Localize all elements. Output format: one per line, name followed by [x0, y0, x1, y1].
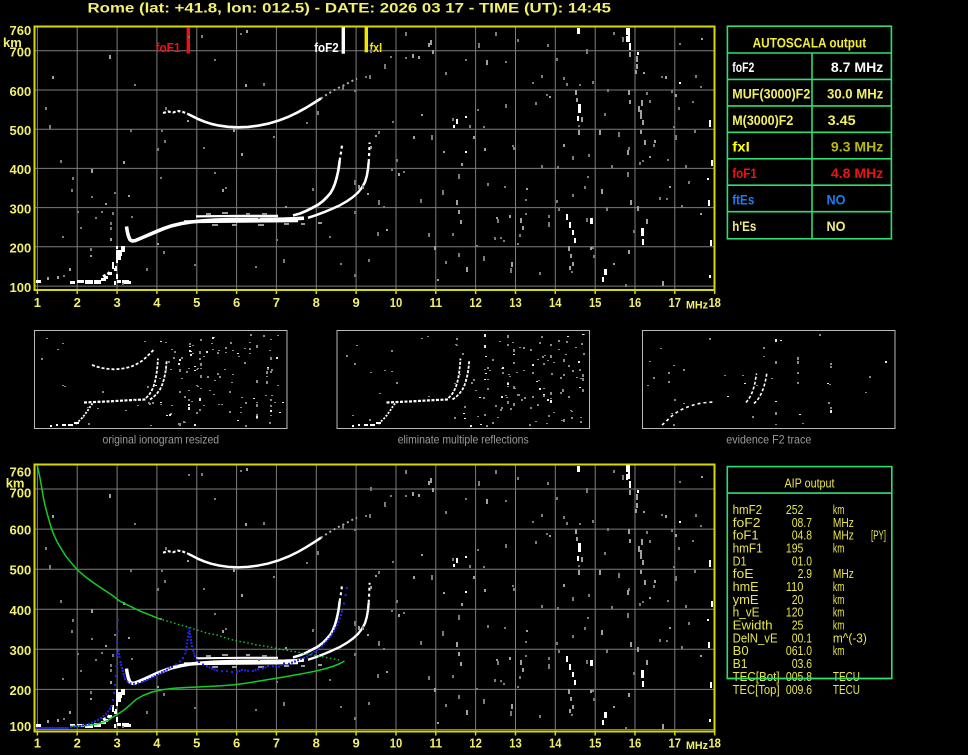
svg-text:13: 13 — [509, 736, 522, 751]
svg-text:km: km — [833, 643, 845, 658]
svg-text:1: 1 — [34, 736, 41, 751]
svg-text:.6: .6 — [803, 682, 812, 697]
svg-text:12: 12 — [469, 295, 482, 310]
svg-text:AUTOSCALA output: AUTOSCALA output — [753, 35, 867, 50]
svg-text:5: 5 — [193, 295, 200, 310]
svg-text:009: 009 — [786, 682, 804, 697]
svg-text:10: 10 — [390, 295, 403, 310]
svg-text:100: 100 — [9, 280, 31, 295]
svg-text:500: 500 — [9, 563, 31, 578]
svg-text:4: 4 — [153, 295, 161, 310]
svg-text:km: km — [833, 540, 845, 555]
svg-text:10: 10 — [390, 736, 403, 751]
svg-text:eliminate multiple reflections: eliminate multiple reflections — [398, 433, 529, 447]
svg-text:h'Es: h'Es — [732, 219, 756, 234]
svg-text:NO: NO — [827, 219, 846, 234]
svg-text:[PY]: [PY] — [871, 528, 886, 543]
svg-text:14: 14 — [549, 736, 562, 751]
svg-text:NO: NO — [827, 192, 846, 207]
svg-text:7: 7 — [273, 736, 280, 751]
svg-text:ftEs: ftEs — [732, 192, 754, 207]
svg-text:1: 1 — [34, 295, 41, 310]
svg-text:.8: .8 — [803, 528, 812, 543]
svg-text:12: 12 — [469, 736, 482, 751]
svg-text:TEC[Top]: TEC[Top] — [733, 682, 780, 697]
svg-text:16: 16 — [629, 295, 642, 310]
svg-text:9.3 MHz: 9.3 MHz — [827, 140, 884, 155]
svg-text:300: 300 — [9, 201, 31, 216]
svg-text:foF2: foF2 — [314, 40, 339, 55]
svg-text:700: 700 — [9, 45, 31, 60]
svg-text:MHz: MHz — [686, 740, 708, 752]
svg-text:fxI: fxI — [732, 140, 750, 155]
svg-text:200: 200 — [9, 241, 31, 256]
svg-text:300: 300 — [9, 643, 31, 658]
svg-text:9: 9 — [352, 295, 359, 310]
svg-text:3: 3 — [113, 295, 120, 310]
svg-text:400: 400 — [9, 162, 31, 177]
svg-text:30.0 MHz: 30.0 MHz — [827, 87, 884, 102]
svg-text:AIP output: AIP output — [785, 476, 835, 491]
svg-text:6: 6 — [233, 736, 240, 751]
svg-text:17: 17 — [669, 736, 682, 751]
svg-text:3: 3 — [113, 736, 120, 751]
svg-text:Rome (lat: +41.8, lon: 012.5): Rome (lat: +41.8, lon: 012.5) - DATE: 20… — [88, 0, 612, 15]
svg-text:18: 18 — [708, 736, 721, 751]
svg-text:500: 500 — [9, 123, 31, 138]
svg-text:8: 8 — [313, 736, 320, 751]
svg-text:14: 14 — [549, 295, 562, 310]
svg-text:.9: .9 — [803, 566, 812, 581]
svg-text:11: 11 — [430, 736, 443, 751]
svg-text:18: 18 — [708, 295, 721, 310]
svg-text:evidence F2 trace: evidence F2 trace — [726, 433, 811, 447]
svg-text:5: 5 — [193, 736, 200, 751]
svg-text:17: 17 — [669, 295, 682, 310]
svg-text:MUF(3000)F2: MUF(3000)F2 — [732, 87, 810, 102]
svg-text:400: 400 — [9, 603, 31, 618]
svg-text:600: 600 — [9, 84, 31, 99]
svg-text:200: 200 — [9, 683, 31, 698]
svg-text:3.45: 3.45 — [828, 113, 857, 128]
svg-text:8: 8 — [313, 295, 320, 310]
svg-text:foF1: foF1 — [732, 166, 757, 181]
svg-text:8.7 MHz: 8.7 MHz — [827, 60, 884, 75]
svg-text:MHz: MHz — [686, 300, 708, 312]
svg-text:15: 15 — [589, 736, 602, 751]
svg-text:2: 2 — [74, 736, 81, 751]
svg-text:15: 15 — [589, 295, 602, 310]
svg-text:6: 6 — [233, 295, 240, 310]
svg-text:16: 16 — [629, 736, 642, 751]
svg-text:13: 13 — [509, 295, 522, 310]
svg-text:700: 700 — [9, 486, 31, 501]
svg-text:100: 100 — [9, 719, 31, 734]
svg-text:7: 7 — [273, 295, 280, 310]
svg-text:M(3000)F2: M(3000)F2 — [732, 113, 793, 128]
svg-text:11: 11 — [430, 295, 443, 310]
svg-text:foF1: foF1 — [156, 40, 181, 55]
svg-text:4.8 MHz: 4.8 MHz — [827, 166, 884, 181]
svg-text:9: 9 — [352, 736, 359, 751]
svg-text:600: 600 — [9, 523, 31, 538]
svg-text:original ionogram resized: original ionogram resized — [103, 433, 220, 447]
svg-text:4: 4 — [153, 736, 161, 751]
svg-text:2: 2 — [74, 295, 81, 310]
svg-text:TECU: TECU — [833, 682, 860, 697]
svg-text:foF2: foF2 — [732, 60, 754, 75]
